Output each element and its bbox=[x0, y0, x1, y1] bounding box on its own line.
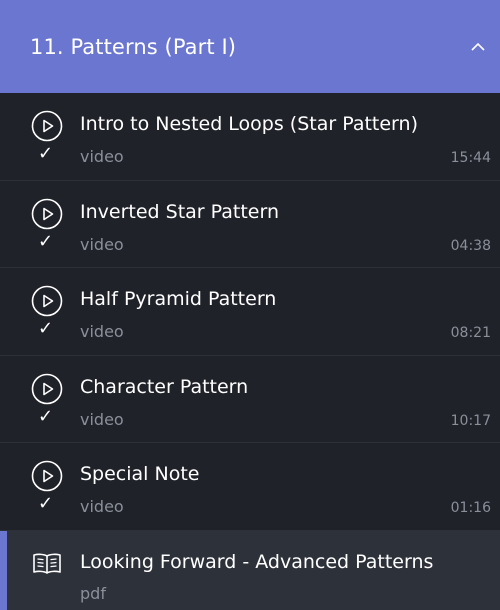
lesson-title: Half Pyramid Pattern bbox=[80, 288, 277, 310]
lesson-duration: 01:16 bbox=[450, 500, 491, 516]
lesson-title: Inverted Star Pattern bbox=[80, 200, 279, 223]
lesson-item[interactable]: ✓ Intro to Nested Loops (Star Pattern) v… bbox=[0, 93, 500, 181]
play-circle-icon bbox=[31, 110, 63, 142]
chevron-up-icon[interactable] bbox=[470, 39, 486, 55]
lesson-duration: 08:21 bbox=[450, 325, 491, 341]
lesson-type: video bbox=[80, 409, 124, 429]
lesson-type: video bbox=[80, 234, 124, 254]
play-circle-icon bbox=[31, 373, 63, 405]
lesson-item[interactable]: ✓ Special Note video 01:16 bbox=[0, 443, 500, 531]
lesson-type: video bbox=[80, 322, 124, 341]
lesson-type: video bbox=[80, 147, 124, 166]
lesson-type: video bbox=[80, 497, 124, 516]
checkmark-icon: ✓ bbox=[38, 318, 54, 339]
lesson-duration: 15:44 bbox=[450, 150, 491, 166]
checkmark-icon: ✓ bbox=[38, 493, 54, 514]
checkmark-icon: ✓ bbox=[38, 405, 54, 427]
play-circle-icon bbox=[31, 285, 63, 317]
open-book-icon bbox=[31, 548, 63, 580]
section-header[interactable]: 11. Patterns (Part I) bbox=[0, 0, 500, 93]
course-section-panel: 11. Patterns (Part I) ✓ Intro to Nested … bbox=[0, 0, 500, 610]
lesson-title: Special Note bbox=[80, 463, 200, 485]
lesson-item[interactable]: ✓ Inverted Star Pattern video 04:38 bbox=[0, 180, 500, 268]
lesson-item-active[interactable]: Looking Forward - Advanced Patterns pdf bbox=[0, 530, 500, 610]
lesson-duration: 04:38 bbox=[450, 237, 491, 254]
checkmark-icon: ✓ bbox=[38, 230, 54, 252]
lesson-type: pdf bbox=[80, 583, 106, 603]
lesson-duration: 10:17 bbox=[450, 412, 491, 429]
lesson-list: ✓ Intro to Nested Loops (Star Pattern) v… bbox=[0, 93, 500, 610]
section-title: 11. Patterns (Part I) bbox=[30, 34, 237, 59]
lesson-title: Intro to Nested Loops (Star Pattern) bbox=[80, 113, 418, 135]
lesson-title: Character Pattern bbox=[80, 375, 249, 398]
lesson-item[interactable]: ✓ Half Pyramid Pattern video 08:21 bbox=[0, 268, 500, 356]
lesson-title: Looking Forward - Advanced Patterns bbox=[80, 550, 434, 573]
play-circle-icon bbox=[31, 198, 63, 230]
lesson-item[interactable]: ✓ Character Pattern video 10:17 bbox=[0, 355, 500, 443]
play-circle-icon bbox=[31, 460, 63, 492]
checkmark-icon: ✓ bbox=[38, 143, 54, 164]
